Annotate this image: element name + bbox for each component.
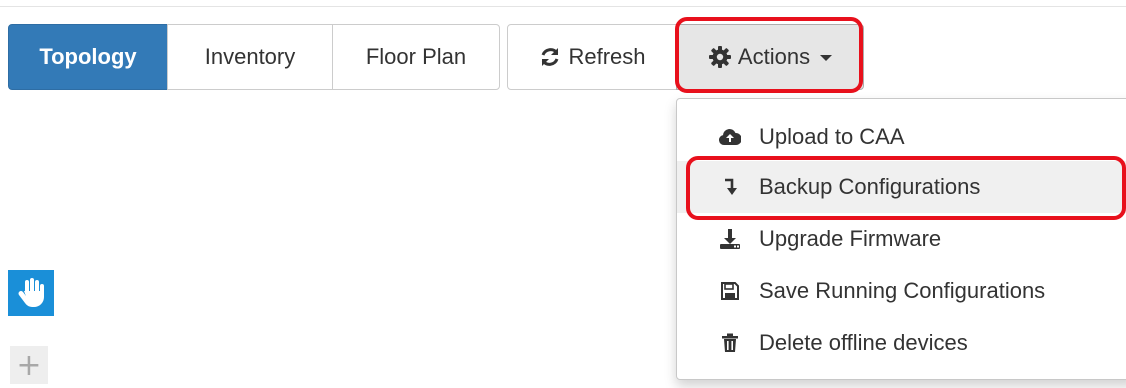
menu-item-label: Upgrade Firmware xyxy=(759,226,942,251)
refresh-label: Refresh xyxy=(568,44,646,69)
menu-item-label: Upload to CAA xyxy=(759,124,905,149)
zoom-in-button[interactable]: + xyxy=(10,346,48,384)
trash-icon xyxy=(719,332,741,354)
save-icon xyxy=(719,280,741,302)
menu-item-backup-configurations[interactable]: Backup Configurations xyxy=(677,161,1126,213)
menu-item-upload-to-caa[interactable]: Upload to CAA xyxy=(677,111,1126,163)
refresh-icon xyxy=(538,45,562,69)
download-icon xyxy=(719,228,741,250)
view-tabs: Topology Inventory Floor Plan xyxy=(8,24,500,90)
menu-item-label: Save Running Configurations xyxy=(759,278,1046,303)
tab-topology-label: Topology xyxy=(39,44,137,69)
menu-item-save-running-configurations[interactable]: Save Running Configurations xyxy=(677,265,1126,317)
topology-page: Topology Inventory Floor Plan Refresh Ac… xyxy=(0,0,1126,388)
cloud-upload-icon xyxy=(719,126,741,148)
divider xyxy=(0,6,1126,7)
refresh-button[interactable]: Refresh xyxy=(507,24,677,90)
zoom-in-label: + xyxy=(16,347,42,383)
tab-inventory[interactable]: Inventory xyxy=(167,24,333,90)
actions-button[interactable]: Actions xyxy=(676,24,864,90)
menu-item-delete-offline-devices[interactable]: Delete offline devices xyxy=(677,317,1126,369)
menu-item-label: Backup Configurations xyxy=(759,174,981,199)
menu-item-upgrade-firmware[interactable]: Upgrade Firmware xyxy=(677,213,1126,265)
pan-tool-button[interactable] xyxy=(8,270,54,316)
menu-item-label: Delete offline devices xyxy=(759,330,968,355)
actions-menu: Upload to CAA Backup Configurations Upgr… xyxy=(676,98,1126,380)
tab-topology[interactable]: Topology xyxy=(8,24,168,90)
hand-icon xyxy=(16,277,46,309)
arrow-turn-down-icon xyxy=(719,176,741,198)
actions-label: Actions xyxy=(737,44,811,69)
tab-inventory-label: Inventory xyxy=(204,44,296,69)
chevron-down-icon xyxy=(820,55,833,61)
tab-floor-plan[interactable]: Floor Plan xyxy=(332,24,500,90)
tab-floor-plan-label: Floor Plan xyxy=(365,44,467,69)
gear-icon xyxy=(708,45,732,69)
